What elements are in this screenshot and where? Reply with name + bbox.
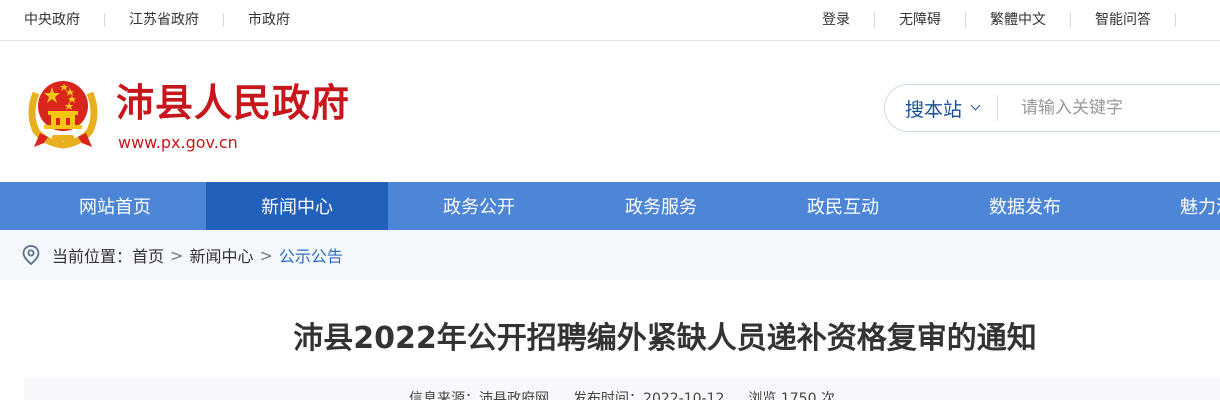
nav-item-government-affairs[interactable]: 政务公开 (388, 182, 570, 230)
national-emblem-icon[interactable] (26, 73, 100, 151)
nav-item-charm-peixian[interactable]: 魅力沛 (1116, 182, 1220, 230)
link-central-government[interactable]: 中央政府 (24, 13, 104, 27)
site-url: www.px.gov.cn (118, 133, 238, 152)
article-source: 信息来源：沛县政府网 (409, 391, 550, 400)
search-scope-dropdown[interactable]: 搜本站 (905, 85, 981, 131)
top-left-links: 中央政府 江苏省政府 市政府 (24, 0, 314, 40)
accessibility-link[interactable]: 无障碍 (874, 13, 965, 27)
location-pin-icon (22, 245, 40, 265)
traditional-chinese-link[interactable]: 繁體中文 (965, 13, 1070, 27)
nav-item-government-services[interactable]: 政务服务 (570, 182, 752, 230)
site-header: 沛县人民政府 www.px.gov.cn 搜本站 (0, 41, 1220, 182)
nav-item-interaction[interactable]: 政民互动 (752, 182, 934, 230)
main-nav: 网站首页 新闻中心 政务公开 政务服务 政民互动 数据发布 魅力沛 (0, 182, 1220, 230)
search-box: 搜本站 (884, 84, 1220, 132)
nav-item-news-center[interactable]: 新闻中心 (206, 182, 388, 230)
article-date: 发布时间：2022-10-12 (573, 391, 725, 400)
link-jiangsu-government[interactable]: 江苏省政府 (104, 13, 223, 27)
breadcrumb-label: 当前位置： (52, 247, 133, 266)
link-city-government[interactable]: 市政府 (223, 13, 314, 27)
top-utility-bar: 中央政府 江苏省政府 市政府 登录 无障碍 繁體中文 智能问答 (0, 0, 1220, 41)
smart-qa-link[interactable]: 智能问答 (1070, 13, 1175, 27)
breadcrumb-current[interactable]: 公示公告 (279, 243, 343, 267)
search-scope-label: 搜本站 (905, 98, 963, 121)
search-divider (997, 95, 998, 121)
login-link[interactable]: 登录 (822, 13, 874, 27)
breadcrumb-separator: > (170, 245, 184, 265)
article-title: 沛县2022年公开招聘编外紧缺人员递补资格复审的通知 (293, 321, 1037, 356)
breadcrumb-news-center[interactable]: 新闻中心 (189, 243, 253, 267)
top-right-links: 登录 无障碍 繁體中文 智能问答 (822, 0, 1176, 40)
nav-item-home[interactable]: 网站首页 (0, 182, 206, 230)
site-title[interactable]: 沛县人民政府 (116, 79, 350, 127)
article-views: 浏览 1750 次 (748, 391, 835, 400)
breadcrumb-separator: > (259, 245, 273, 265)
breadcrumb: 当前位置： 首页 > 新闻中心 > 公示公告 (0, 230, 1220, 280)
article-meta: 信息来源：沛县政府网 发布时间：2022-10-12 浏览 1750 次 (24, 378, 1220, 400)
divider (1175, 13, 1176, 27)
search-input[interactable] (1021, 93, 1220, 123)
breadcrumb-home[interactable]: 首页 (132, 243, 164, 267)
chevron-down-icon (970, 100, 981, 111)
nav-item-data-release[interactable]: 数据发布 (934, 182, 1116, 230)
